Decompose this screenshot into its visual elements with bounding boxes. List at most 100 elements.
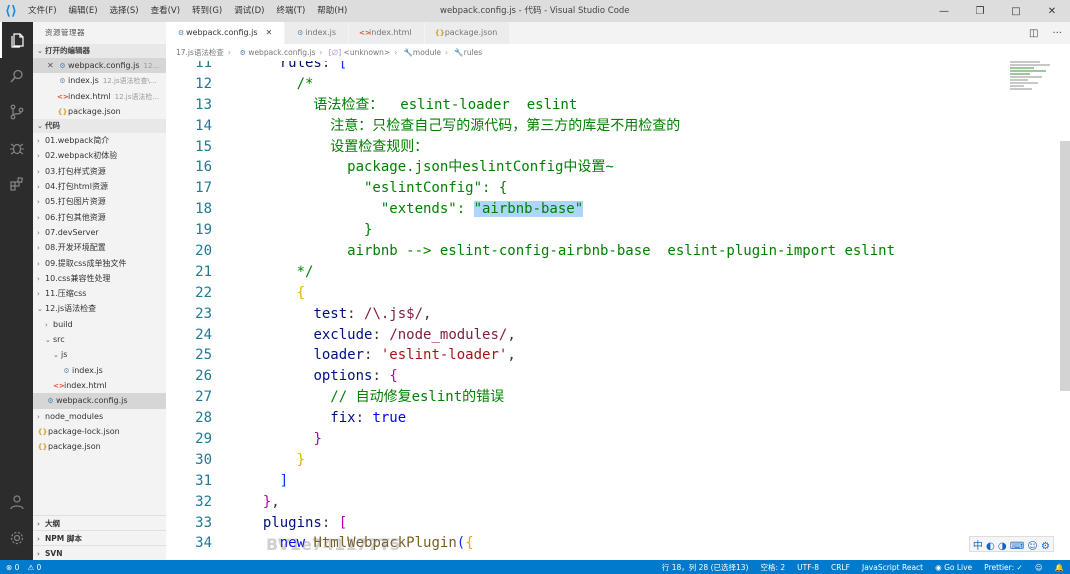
tab-package-json[interactable]: {}package.json bbox=[424, 22, 511, 44]
tree-item[interactable]: › 07.devServer bbox=[33, 225, 166, 240]
warnings-count[interactable]: ⚠ 0 bbox=[27, 563, 41, 572]
tree-item[interactable]: › node_modules bbox=[33, 409, 166, 424]
errors-count[interactable]: ⊗ 0 bbox=[6, 563, 19, 572]
split-editor-icon[interactable]: ◫ bbox=[1029, 28, 1038, 39]
breadcrumb-item[interactable]: rules bbox=[464, 48, 482, 57]
line-number: 15 bbox=[195, 138, 212, 155]
tree-item[interactable]: ⌄ src bbox=[33, 332, 166, 347]
menu-view[interactable]: 查看(V) bbox=[145, 0, 186, 22]
code-line: /* bbox=[246, 75, 314, 92]
explorer-icon[interactable] bbox=[0, 22, 33, 58]
notifications-icon[interactable]: 🔔 bbox=[1055, 563, 1064, 572]
tree-item[interactable]: › 04.打包html资源 bbox=[33, 179, 166, 194]
tab-index-html[interactable]: <>index.html bbox=[349, 22, 425, 44]
search-icon[interactable] bbox=[0, 58, 33, 94]
restore-button[interactable]: ❐ bbox=[962, 0, 998, 22]
vertical-scrollbar[interactable] bbox=[1060, 141, 1070, 391]
line-number: 14 bbox=[195, 117, 212, 134]
tree-item-label: 08.开发环境配置 bbox=[45, 243, 106, 253]
code-line: } bbox=[313, 431, 322, 448]
tree-item[interactable]: ⌄ 12.js语法检查 bbox=[33, 301, 166, 316]
workspace-folder-section[interactable]: ⌄ 代码 bbox=[33, 119, 166, 134]
open-editor-item[interactable]: ⚙ index.js 12.js语法检查\... bbox=[33, 73, 166, 88]
chevron-right-icon: › bbox=[37, 167, 40, 176]
menu-bar: 文件(F) 编辑(E) 选择(S) 查看(V) 转到(G) 调试(D) 终端(T… bbox=[22, 0, 353, 22]
ime-toolbar[interactable]: 中 ◐ ◑ ⌨ ☺ ⚙ bbox=[968, 536, 1054, 552]
webpack-config-file-icon: ⚙ bbox=[239, 49, 246, 57]
tree-item[interactable]: › 08.开发环境配置 bbox=[33, 240, 166, 255]
extensions-icon[interactable] bbox=[0, 166, 33, 202]
tree-item[interactable]: ⚙ index.js bbox=[33, 363, 166, 378]
code-line: } bbox=[296, 451, 306, 468]
json-file-icon: {} bbox=[37, 427, 48, 436]
tab-index-js[interactable]: ⚙ index.js bbox=[285, 22, 350, 44]
breadcrumb-item[interactable]: module bbox=[413, 48, 441, 57]
settings-gear-icon[interactable] bbox=[0, 520, 33, 556]
npm-scripts-panel[interactable]: › NPM 脚本 bbox=[33, 530, 166, 545]
tree-item[interactable]: › 11.压缩css bbox=[33, 286, 166, 301]
menu-selection[interactable]: 选择(S) bbox=[104, 0, 145, 22]
chevron-right-icon: › bbox=[37, 535, 40, 543]
tree-item-label: 06.打包其他资源 bbox=[45, 212, 106, 222]
tree-item-label: webpack.config.js bbox=[56, 396, 128, 406]
code-lines[interactable]: 11 rules: [ 12 /* 13 语法检查： eslint-loader… bbox=[166, 61, 1006, 554]
menu-go[interactable]: 转到(G) bbox=[186, 0, 228, 22]
tree-item[interactable]: › 06.打包其他资源 bbox=[33, 210, 166, 225]
feedback-icon[interactable]: ☺ bbox=[1035, 563, 1043, 572]
minimap[interactable] bbox=[1010, 61, 1054, 111]
go-live-button[interactable]: ◉ Go Live bbox=[935, 563, 972, 572]
tree-item[interactable]: › 10.css兼容性处理 bbox=[33, 271, 166, 286]
open-editor-item[interactable]: {}package.json bbox=[33, 104, 166, 119]
cursor-position[interactable]: 行 18，列 28 (已选择13) bbox=[662, 562, 749, 573]
indentation[interactable]: 空格: 2 bbox=[760, 562, 785, 573]
maximize-button[interactable]: □ bbox=[998, 0, 1034, 22]
encoding[interactable]: UTF-8 bbox=[797, 563, 819, 572]
language-mode[interactable]: JavaScript React bbox=[862, 563, 923, 572]
menu-debug[interactable]: 调试(D) bbox=[228, 0, 270, 22]
chevron-right-icon: › bbox=[37, 290, 40, 299]
code-line: 设置检查规则： bbox=[246, 138, 429, 155]
tree-item[interactable]: ⌄ js bbox=[33, 347, 166, 362]
breadcrumb-item[interactable]: <unknown> bbox=[344, 48, 391, 57]
menu-help[interactable]: 帮助(H) bbox=[311, 0, 353, 22]
tree-item[interactable]: › 01.webpack简介 bbox=[33, 133, 166, 148]
code-line: }, bbox=[262, 493, 280, 510]
code-line: test: /\.js$/, bbox=[313, 305, 432, 322]
line-number: 32 bbox=[195, 493, 212, 510]
outline-panel[interactable]: › 大纲 bbox=[33, 515, 166, 530]
menu-edit[interactable]: 编辑(E) bbox=[63, 0, 104, 22]
close-tab-icon[interactable]: ✕ bbox=[266, 28, 273, 37]
tree-item[interactable]: › 09.提取css成单独文件 bbox=[33, 256, 166, 271]
tree-item[interactable]: {}package.json bbox=[33, 439, 166, 454]
account-icon[interactable] bbox=[0, 484, 33, 520]
minimize-button[interactable]: — bbox=[926, 0, 962, 22]
tree-item[interactable]: › 03.打包样式资源 bbox=[33, 164, 166, 179]
open-editor-item[interactable]: <>index.html 12.js语法检... bbox=[33, 89, 166, 104]
tree-item[interactable]: <>index.html bbox=[33, 378, 166, 393]
tree-item-label: 09.提取css成单独文件 bbox=[45, 258, 127, 268]
line-number: 33 bbox=[195, 514, 212, 531]
tree-item-label: 03.打包样式资源 bbox=[45, 166, 106, 176]
close-icon[interactable]: ✕ bbox=[47, 58, 57, 73]
tree-item[interactable]: ⚙ webpack.config.js bbox=[33, 393, 166, 409]
svn-panel[interactable]: › SVN bbox=[33, 545, 166, 560]
tree-item-label: js bbox=[61, 350, 68, 360]
more-actions-icon[interactable]: ··· bbox=[1052, 28, 1062, 39]
line-ending[interactable]: CRLF bbox=[831, 563, 850, 572]
open-editor-item[interactable]: ✕ ⚙ webpack.config.js 12... bbox=[33, 58, 166, 74]
code-editor[interactable]: 11 rules: [ 12 /* 13 语法检查： eslint-loader… bbox=[166, 61, 1070, 560]
tree-item[interactable]: › 02.webpack初体验 bbox=[33, 148, 166, 163]
breadcrumb-item[interactable]: 17.js语法检查 bbox=[176, 48, 224, 57]
menu-terminal[interactable]: 终端(T) bbox=[270, 0, 311, 22]
source-control-icon[interactable] bbox=[0, 94, 33, 130]
prettier-status[interactable]: Prettier: ✓ bbox=[984, 563, 1023, 572]
open-editors-section[interactable]: ⌄ 打开的编辑器 bbox=[33, 44, 166, 58]
tree-item[interactable]: › 05.打包图片资源 bbox=[33, 194, 166, 209]
menu-file[interactable]: 文件(F) bbox=[22, 0, 63, 22]
debug-icon[interactable] bbox=[0, 130, 33, 166]
tab-webpack-config[interactable]: ⚙ webpack.config.js ✕ bbox=[166, 22, 286, 44]
close-window-button[interactable]: ✕ bbox=[1034, 0, 1070, 22]
tree-item[interactable]: {}package-lock.json bbox=[33, 424, 166, 439]
tree-item[interactable]: › build bbox=[33, 317, 166, 332]
breadcrumb-item[interactable]: webpack.config.js bbox=[248, 48, 315, 57]
